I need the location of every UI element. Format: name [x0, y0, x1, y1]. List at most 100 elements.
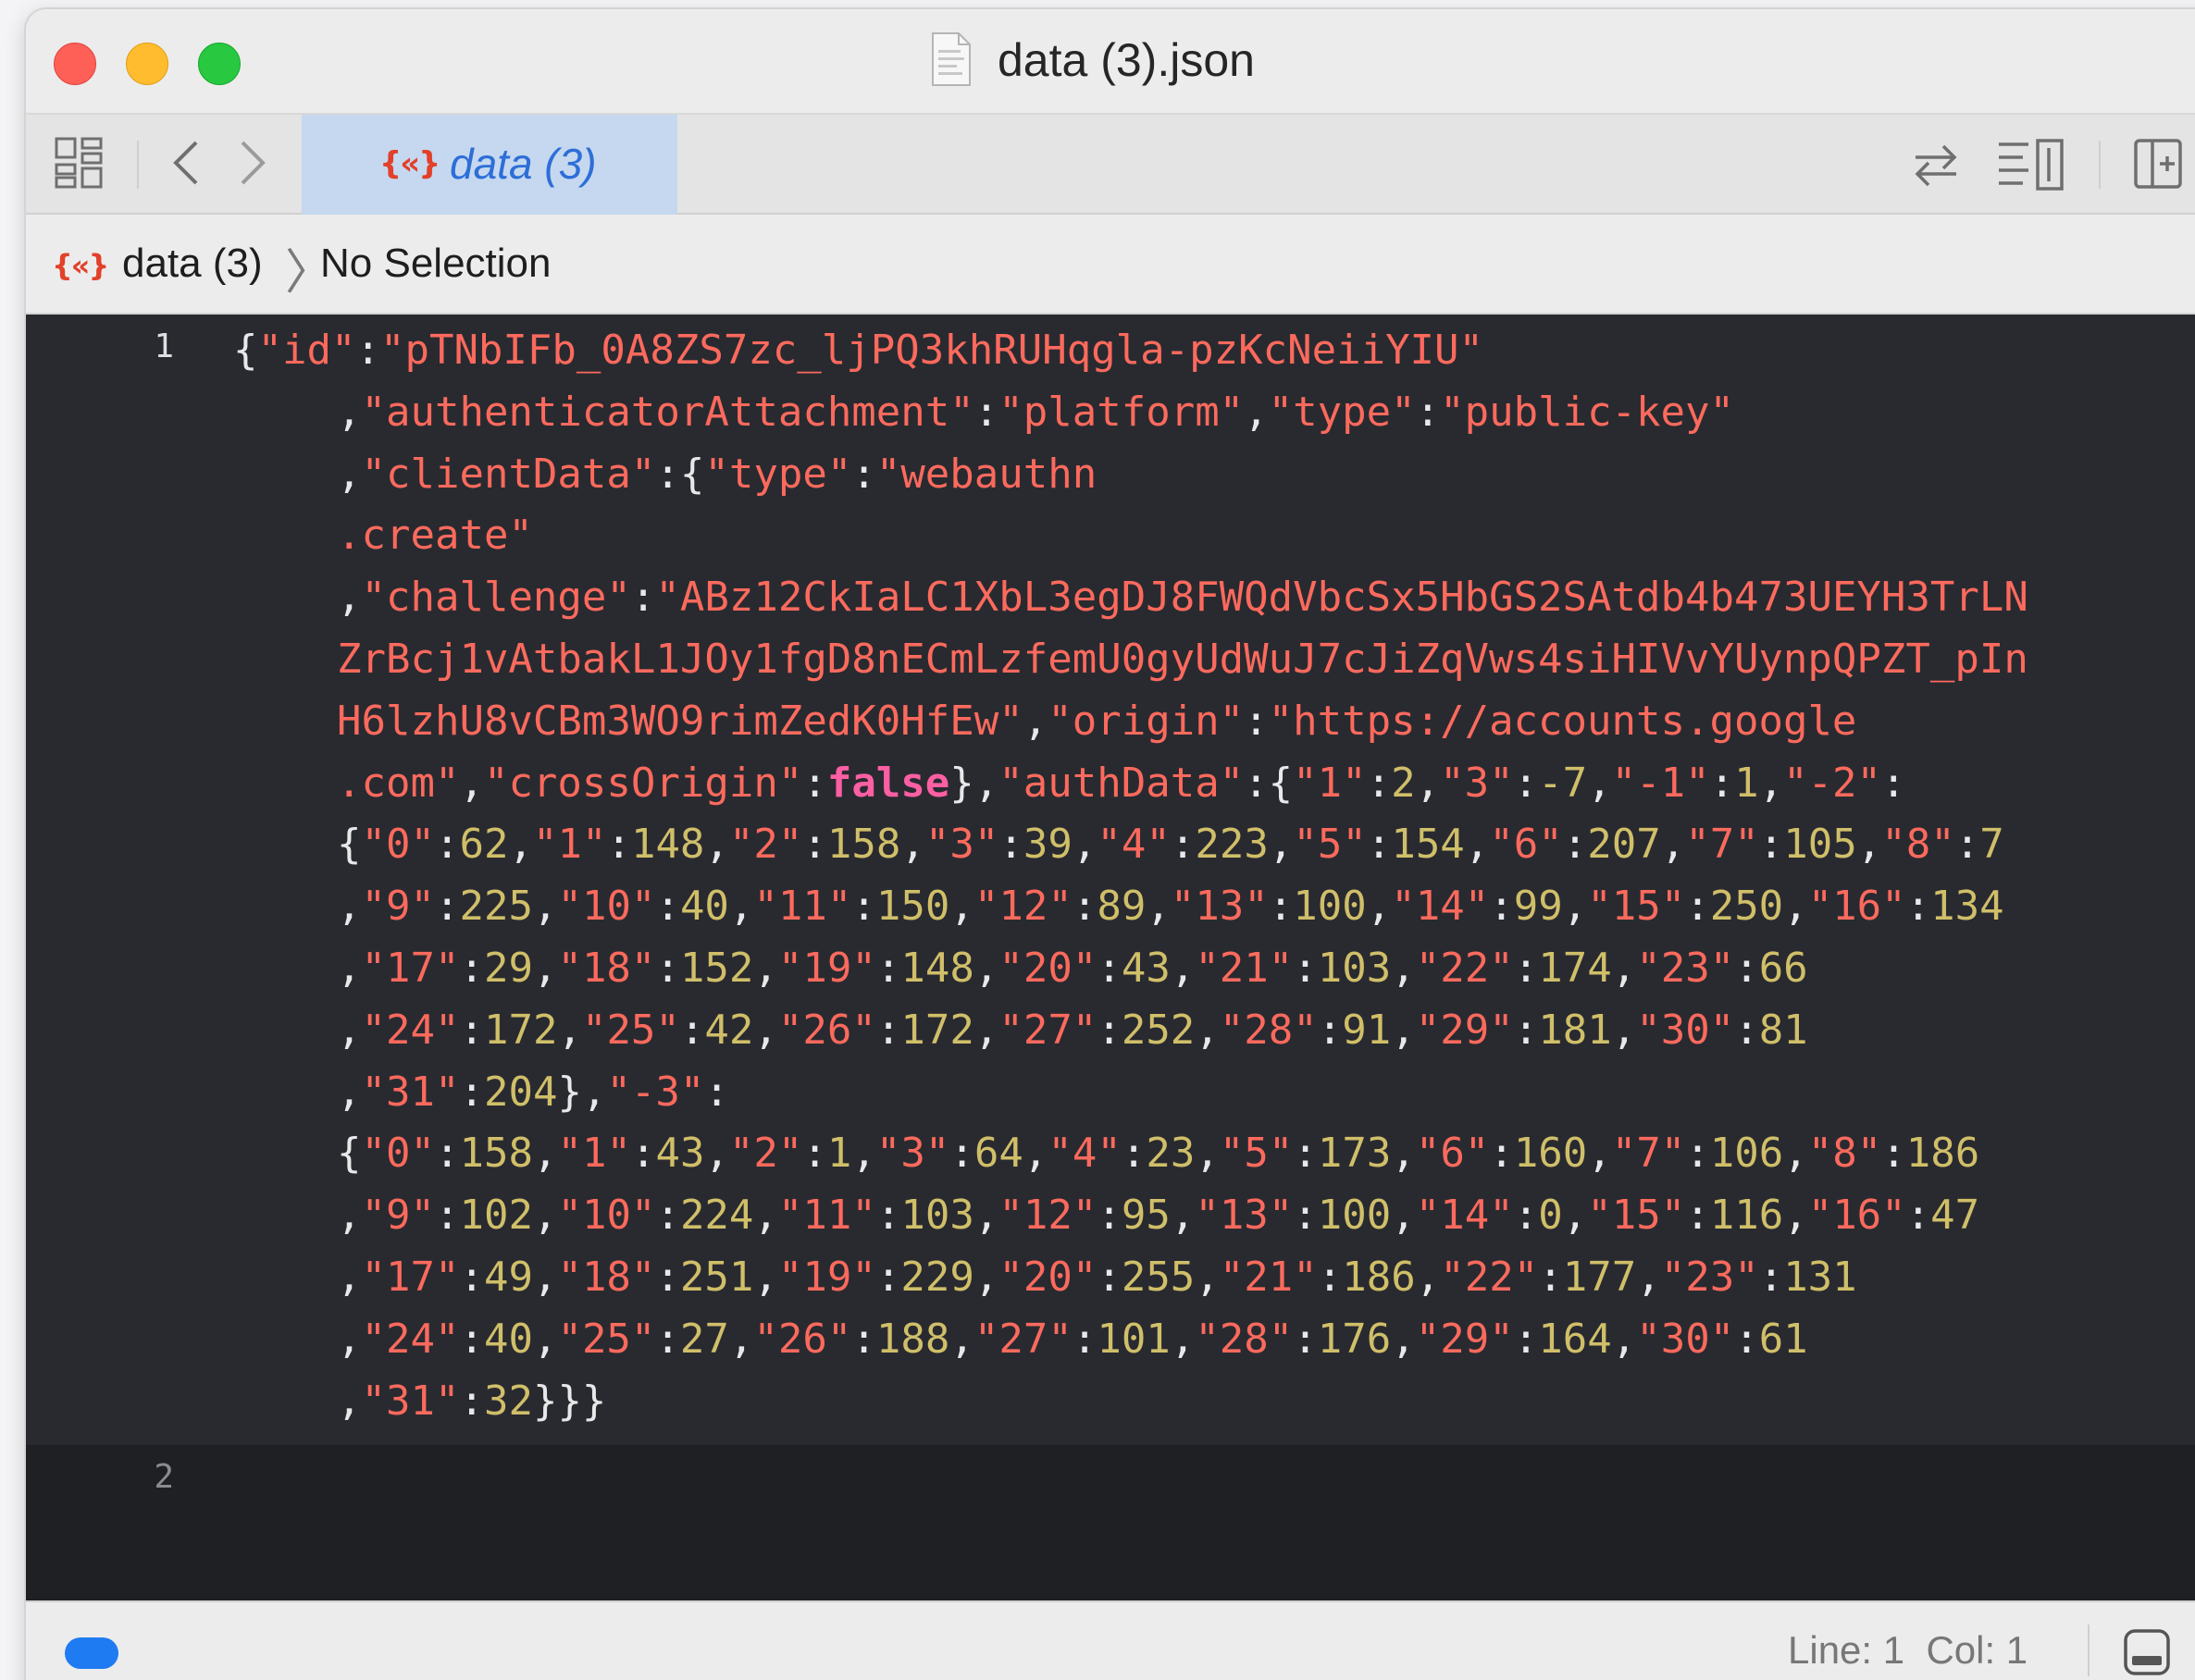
code-token: 154 [1391, 821, 1465, 869]
toggle-panel-icon[interactable] [2121, 1626, 2173, 1678]
code-token: 32 [483, 1377, 533, 1425]
code-token: "29" [1415, 1006, 1514, 1054]
minimap-icon[interactable] [1995, 137, 2065, 192]
code-token: : [459, 1315, 484, 1363]
code-token: 223 [1195, 821, 1269, 869]
code-token: 224 [679, 1192, 754, 1240]
code-token: }, [949, 759, 999, 807]
line-number: 1 [154, 327, 174, 365]
code-token: : [655, 945, 680, 992]
code-token: 131 [1783, 1254, 1857, 1301]
code-token: ZrBcj1vAtbakL1JOy1fgD8nECmLzfemU0gyUdWuJ… [337, 636, 2028, 683]
code-token: 1 [1734, 759, 1759, 807]
code-token: "12" [998, 1192, 1098, 1240]
code-token: : [1758, 821, 1784, 869]
code-token: 95 [1121, 1192, 1171, 1240]
code-token: 91 [1342, 1006, 1392, 1054]
code-token: , [1391, 1006, 1416, 1054]
code-token: : [355, 327, 380, 374]
code-token: : [1170, 821, 1196, 869]
code-token: : [1097, 1254, 1122, 1301]
code-token: 225 [459, 883, 533, 931]
code-token: , [532, 1315, 558, 1363]
code-token: 1 [826, 1130, 852, 1178]
code-token: false [826, 759, 950, 807]
code-token: "27" [998, 1006, 1098, 1054]
code-token: "type" [704, 450, 852, 498]
code-token: "28" [1195, 1315, 1294, 1363]
tab-data-3[interactable]: {«} data (3) [302, 115, 677, 215]
code-line: ,"authenticatorAttachment":"platform","t… [337, 382, 1734, 444]
code-line: {"0":62,"1":148,"2":158,"3":39,"4":223,"… [337, 814, 2004, 876]
add-editor-icon[interactable] [2132, 135, 2184, 192]
code-token: 61 [1758, 1315, 1808, 1363]
code-token: 255 [1121, 1254, 1196, 1301]
code-line: H6lzhU8vCBm3WO9rimZedK0HfEw","origin":"h… [337, 691, 1856, 753]
breadcrumb-file[interactable]: data (3) [122, 241, 263, 287]
code-token: , [1170, 945, 1196, 992]
code-line: .create" [337, 505, 533, 567]
breadcrumb-selection[interactable]: No Selection [320, 241, 551, 287]
code-token: 158 [459, 1130, 533, 1178]
code-token: : [434, 1130, 460, 1178]
code-line: ,"9":225,"10":40,"11":150,"12":89,"13":1… [337, 876, 2004, 938]
code-token: , [753, 1254, 778, 1301]
code-token: 251 [679, 1254, 754, 1301]
code-token: : [802, 1130, 827, 1178]
forward-chevron-icon[interactable] [235, 135, 272, 191]
code-token: , [1783, 1130, 1808, 1178]
code-token: 42 [704, 1006, 754, 1054]
code-token: : [875, 1192, 901, 1240]
code-line: ,"17":29,"18":152,"19":148,"20":43,"21":… [337, 938, 1808, 1000]
code-token: 207 [1587, 821, 1661, 869]
json-file-icon: {«} [52, 248, 109, 283]
code-token: : [655, 883, 680, 931]
code-token: , [900, 821, 925, 869]
code-token: : [1685, 883, 1710, 931]
json-document-icon [932, 32, 971, 86]
code-token: 100 [1317, 1192, 1392, 1240]
code-token: 66 [1758, 945, 1808, 992]
code-token: "1" [557, 1130, 631, 1178]
code-token: : [1734, 1006, 1759, 1054]
code-token: "24" [361, 1315, 460, 1363]
code-token: : [630, 574, 656, 622]
code-token: "31" [361, 1377, 460, 1425]
code-token: , [1268, 821, 1294, 869]
minimize-window-button[interactable] [126, 43, 168, 85]
code-token: : [851, 883, 876, 931]
code-token: "public-key" [1440, 388, 1735, 436]
code-token: "crossOrigin" [483, 759, 803, 807]
code-token: "1" [1293, 759, 1367, 807]
code-token: , [508, 821, 533, 869]
swap-arrows-icon[interactable] [1910, 139, 1962, 191]
code-token: : [1685, 1130, 1710, 1178]
code-token: : [1293, 1315, 1318, 1363]
code-token: : [802, 759, 827, 807]
code-token: "0" [361, 1130, 435, 1178]
code-token: : [655, 1315, 680, 1363]
code-token: : [802, 821, 827, 869]
code-line: ZrBcj1vAtbakL1JOy1fgD8nECmLzfemU0gyUdWuJ… [337, 629, 2028, 691]
code-token: : [655, 1192, 680, 1240]
code-token: "3" [924, 821, 999, 869]
code-token: : [1121, 1130, 1147, 1178]
zoom-window-button[interactable] [198, 43, 241, 85]
close-window-button[interactable] [54, 43, 96, 85]
code-token: , [1170, 1315, 1196, 1363]
code-token: , [753, 1006, 778, 1054]
back-chevron-icon[interactable] [167, 135, 204, 191]
code-token: : [1734, 945, 1759, 992]
status-indicator[interactable] [65, 1637, 118, 1669]
code-token: : [1905, 883, 1931, 931]
editor-window: data (3).json {«} data (3) {«} data (3) … [26, 9, 2195, 1680]
code-token: , [1244, 388, 1269, 436]
code-editor[interactable]: 1 2 {"id":"pTNbIFb_0A8ZS7zc_ljPQ3khRUHqg… [26, 315, 2195, 1600]
code-token: : [459, 1377, 484, 1425]
code-token: , [532, 945, 558, 992]
code-token: "5" [1293, 821, 1367, 869]
grid-icon[interactable] [54, 135, 105, 191]
code-token: : [459, 1068, 484, 1116]
code-line: {"0":158,"1":43,"2":1,"3":64,"4":23,"5":… [337, 1123, 1979, 1185]
code-token: , [459, 759, 484, 807]
